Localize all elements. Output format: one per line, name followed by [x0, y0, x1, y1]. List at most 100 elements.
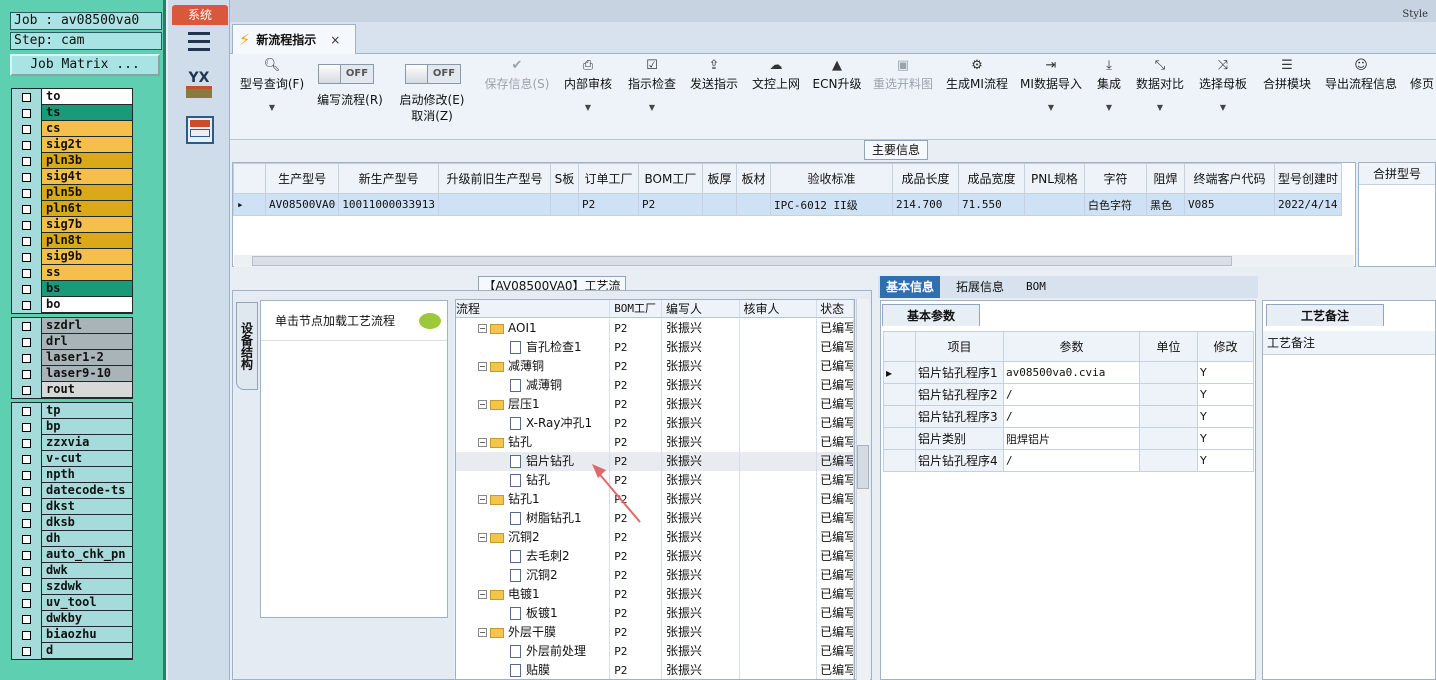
layer-row[interactable]: d [12, 643, 132, 659]
layer-row[interactable]: laser1-2 [12, 350, 132, 366]
horizontal-scrollbar[interactable] [234, 255, 1354, 267]
layer-checkbox[interactable] [12, 201, 42, 217]
layer-row[interactable]: zzxvia [12, 435, 132, 451]
layer-row[interactable]: sig2t [12, 137, 132, 153]
internal-review-button[interactable]: ⎙ 内部审核 ▼ [560, 54, 616, 116]
column-header[interactable]: S板 [549, 163, 579, 194]
close-icon[interactable]: × [330, 33, 340, 47]
tab-basic-info[interactable]: 基本信息 [880, 276, 941, 298]
scroll-thumb[interactable] [857, 445, 869, 489]
compare-button[interactable]: ⤡ 数据对比 ▼ [1134, 54, 1186, 116]
tree-row[interactable]: X-Ray冲孔1 P2 张振兴 已编写 [456, 414, 854, 433]
layer-checkbox[interactable] [12, 403, 42, 419]
layer-checkbox[interactable] [12, 531, 42, 547]
layer-row[interactable]: biaozhu [12, 627, 132, 643]
layer-row[interactable]: drl [12, 334, 132, 350]
layer-row[interactable]: dksb [12, 515, 132, 531]
layer-checkbox[interactable] [12, 563, 42, 579]
tree-row[interactable]: − 减薄铜 P2 张振兴 已编写 [456, 357, 854, 376]
tab-extended-info[interactable]: 拓展信息 [950, 276, 1010, 298]
layer-row[interactable]: tp [12, 403, 132, 419]
layer-row[interactable]: szdrl [12, 318, 132, 334]
column-header[interactable]: 阻焊 [1145, 163, 1185, 194]
tree-row[interactable]: 树脂钻孔1 P2 张振兴 已编写 [456, 509, 854, 528]
layer-row[interactable]: to [12, 89, 132, 105]
tree-row[interactable]: −钻孔1 P2 张振兴 已编写 [456, 490, 854, 509]
gen-mi-button[interactable]: ⚙ 生成MI流程 [944, 54, 1010, 92]
column-header[interactable]: 板材 [735, 163, 771, 194]
layer-row[interactable]: bp [12, 419, 132, 435]
layer-checkbox[interactable] [12, 467, 42, 483]
layer-row[interactable]: sig9b [12, 249, 132, 265]
layer-checkbox[interactable] [12, 153, 42, 169]
table-cell[interactable] [1023, 193, 1085, 216]
mi-import-button[interactable]: ⇥ MI数据导入 ▼ [1018, 54, 1084, 116]
column-header[interactable]: 订单工厂 [577, 163, 639, 194]
job-matrix-button[interactable]: Job Matrix ... [10, 54, 160, 76]
layer-row[interactable]: dwkby [12, 611, 132, 627]
tree-row[interactable]: − 钻孔 P2 张振兴 已编写 [456, 433, 854, 452]
layer-row[interactable]: pln3b [12, 153, 132, 169]
tree-row[interactable]: − 层压1 P2 张振兴 已编写 [456, 395, 854, 414]
layer-row[interactable]: uv_tool [12, 595, 132, 611]
tree-row[interactable]: 板镀1 P2 张振兴 已编写 [456, 604, 854, 623]
layer-checkbox[interactable] [12, 89, 42, 105]
layer-row[interactable]: sig4t [12, 169, 132, 185]
layer-checkbox[interactable] [12, 579, 42, 595]
layer-row[interactable]: auto_chk_pn [12, 547, 132, 563]
layer-row[interactable]: datecode-ts [12, 483, 132, 499]
layer-checkbox[interactable] [12, 382, 42, 398]
layer-checkbox[interactable] [12, 595, 42, 611]
column-header[interactable]: BOM工厂 [637, 163, 703, 194]
ecn-button[interactable]: ▲ ECN升级 [810, 54, 864, 92]
column-header[interactable]: 字符 [1083, 163, 1147, 194]
layer-row[interactable]: pln5b [12, 185, 132, 201]
merge-module-button[interactable]: ☰ 合拼模块 [1260, 54, 1314, 92]
layer-checkbox[interactable] [12, 105, 42, 121]
layer-row[interactable]: szdwk [12, 579, 132, 595]
column-header[interactable]: PNL规格 [1023, 163, 1085, 194]
tree-row[interactable]: − 沉铜2 P2 张振兴 已编写 [456, 528, 854, 547]
tree-row[interactable]: 贴膜 P2 张振兴 已编写 [456, 661, 854, 679]
param-row[interactable]: 铝片钻孔程序4 / Y [883, 449, 1254, 472]
layer-checkbox[interactable] [12, 137, 42, 153]
tree-row[interactable]: − AOI1 P2 张振兴 已编写 [456, 319, 854, 338]
layer-checkbox[interactable] [12, 627, 42, 643]
layer-row[interactable]: pln8t [12, 233, 132, 249]
table-cell[interactable]: P2 [577, 193, 639, 216]
factory-logo-icon[interactable]: YX [182, 70, 216, 104]
load-process-item[interactable]: 单击节点加载工艺流程 [261, 301, 447, 341]
layer-row[interactable]: dkst [12, 499, 132, 515]
layer-checkbox[interactable] [12, 350, 42, 366]
reselect-button[interactable]: ▣ 重选开料图 [870, 54, 936, 92]
table-cell[interactable] [735, 193, 771, 216]
tree-row[interactable]: 外层前处理 P2 张振兴 已编写 [456, 642, 854, 661]
table-cell[interactable]: 10011000033913 [338, 193, 439, 216]
tree-row[interactable]: 沉铜2 P2 张振兴 已编写 [456, 566, 854, 585]
choose-master-button[interactable]: ⤨ 选择母板 ▼ [1196, 54, 1250, 116]
layer-checkbox[interactable] [12, 185, 42, 201]
check-button[interactable]: ☑ 指示检查 ▼ [624, 54, 680, 116]
layer-row[interactable]: bs [12, 281, 132, 297]
tree-row[interactable]: 铝片钻孔 P2 张振兴 已编写 [456, 452, 854, 471]
table-cell[interactable]: 黑色 [1145, 193, 1185, 216]
param-row[interactable]: ▸ 铝片钻孔程序1 av08500va0.cvia Y [883, 361, 1254, 384]
layer-row[interactable]: bo [12, 297, 132, 313]
layer-row[interactable]: dh [12, 531, 132, 547]
layer-checkbox[interactable] [12, 451, 42, 467]
column-header[interactable]: 成品长度 [891, 163, 959, 194]
menu-icon[interactable] [188, 30, 210, 56]
modify-button[interactable]: 修页 [1408, 54, 1436, 92]
layer-checkbox[interactable] [12, 419, 42, 435]
tree-row[interactable]: − 外层干膜 P2 张振兴 已编写 [456, 623, 854, 642]
save-button[interactable]: ✔ 保存信息(S) [480, 54, 554, 92]
layer-checkbox[interactable] [12, 483, 42, 499]
tab-new-process[interactable]: ⚡ 新流程指示 × [232, 24, 356, 54]
layer-row[interactable]: dwk [12, 563, 132, 579]
tree-row[interactable]: 减薄铜 P2 张振兴 已编写 [456, 376, 854, 395]
process-tree-scrollbar[interactable] [856, 299, 870, 680]
layer-row[interactable]: npth [12, 467, 132, 483]
start-modify-toggle[interactable]: OFF [405, 64, 461, 84]
layer-checkbox[interactable] [12, 249, 42, 265]
table-cell[interactable] [549, 193, 579, 216]
